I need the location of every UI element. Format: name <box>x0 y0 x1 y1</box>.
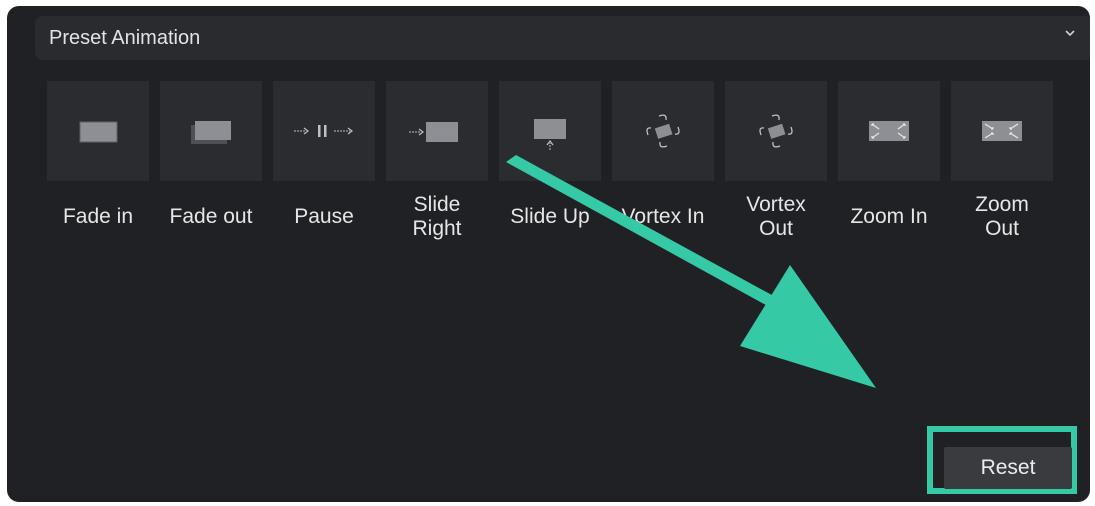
preset-label: Zoom In <box>850 205 928 228</box>
reset-button[interactable]: Reset <box>944 447 1072 489</box>
preset-vortex-out[interactable]: Vortex Out <box>725 81 827 281</box>
preset-slide-up[interactable]: Slide Up <box>499 81 601 281</box>
preset-thumbnail <box>499 81 601 181</box>
preset-slide-right[interactable]: Slide Right <box>386 81 488 281</box>
preset-thumbnail <box>47 81 149 181</box>
slide-right-icon <box>409 122 458 142</box>
preset-thumbnail <box>160 81 262 181</box>
preset-thumbnail <box>386 81 488 181</box>
preset-label: Fade in <box>62 205 134 228</box>
preset-label: Pause <box>294 205 354 228</box>
preset-zoom-in[interactable]: Zoom In <box>838 81 940 281</box>
preset-label: Vortex In <box>621 205 705 228</box>
preset-label: Slide Right <box>412 193 462 240</box>
preset-vortex-in[interactable]: Vortex In <box>612 81 714 281</box>
preset-thumbnail <box>725 81 827 181</box>
slide-up-icon <box>534 119 566 150</box>
preset-label: Slide Up <box>510 205 590 228</box>
vortex-in-icon <box>646 114 680 148</box>
chevron-down-icon[interactable] <box>1064 27 1076 39</box>
vortex-out-icon <box>759 114 793 148</box>
fade-in-icon <box>79 121 118 143</box>
preset-thumbnail <box>273 81 375 181</box>
preset-zoom-out[interactable]: Zoom Out <box>951 81 1053 281</box>
zoom-out-icon <box>982 121 1022 141</box>
preset-label: Vortex Out <box>746 193 806 240</box>
zoom-in-icon <box>869 121 909 141</box>
fade-out-icon <box>191 121 231 144</box>
preset-pause[interactable]: Pause <box>273 81 375 281</box>
preset-grid: Fade in Fade out Pause Slide Right Slide… <box>47 81 1057 281</box>
panel-title: Preset Animation <box>49 27 201 49</box>
pause-icon <box>294 125 353 137</box>
preset-fade-out[interactable]: Fade out <box>160 81 262 281</box>
preset-thumbnail <box>612 81 714 181</box>
panel-header[interactable]: Preset Animation <box>35 16 1090 60</box>
preset-label: Fade out <box>169 205 253 228</box>
preset-fade-in[interactable]: Fade in <box>47 81 149 281</box>
preset-thumbnail <box>838 81 940 181</box>
preset-thumbnail <box>951 81 1053 181</box>
preset-label: Zoom Out <box>975 193 1029 240</box>
